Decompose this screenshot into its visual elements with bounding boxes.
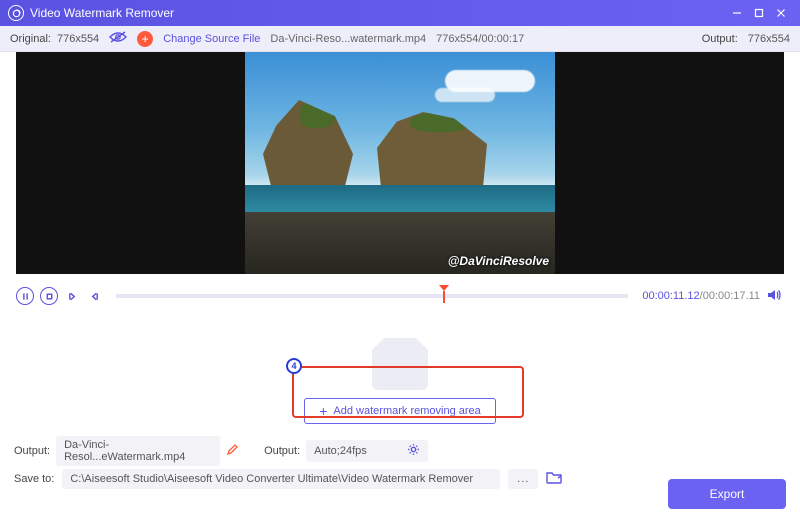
output-dimensions: 776x554: [748, 33, 790, 45]
save-path-field[interactable]: C:\Aiseesoft Studio\Aiseesoft Video Conv…: [62, 469, 500, 489]
browse-button[interactable]: ...: [508, 469, 538, 489]
set-start-button[interactable]: [64, 287, 80, 305]
output-filename-field[interactable]: Da-Vinci-Resol...eWatermark.mp4: [56, 436, 220, 466]
maximize-button[interactable]: [748, 4, 770, 22]
plus-icon: +: [319, 404, 327, 418]
time-total: 00:00:17.11: [703, 290, 760, 302]
time-current: 00:00:11.12: [642, 290, 699, 302]
minimize-button[interactable]: [726, 4, 748, 22]
window-title: Video Watermark Remover: [30, 6, 726, 20]
save-to-label: Save to:: [14, 473, 54, 485]
timecode: 00:00:11.12/00:00:17.11: [642, 290, 760, 302]
annotation-step-badge: 4: [286, 358, 302, 374]
output-dims-label: Output:: [702, 33, 738, 45]
source-dims-duration: 776x554/00:00:17: [436, 33, 524, 45]
info-toolbar: Original: 776x554 + Change Source File D…: [0, 26, 800, 52]
original-dimensions: 776x554: [57, 33, 99, 45]
add-source-icon[interactable]: +: [137, 31, 153, 47]
change-source-link[interactable]: Change Source File: [163, 33, 260, 45]
playback-controls: 00:00:11.12/00:00:17.11: [0, 280, 800, 312]
stop-button[interactable]: [40, 287, 58, 305]
pause-button[interactable]: [16, 287, 34, 305]
volume-button[interactable]: [766, 287, 784, 305]
output-format-label: Output:: [264, 445, 300, 457]
add-area-label: Add watermark removing area: [333, 405, 480, 417]
title-bar: Video Watermark Remover: [0, 0, 800, 26]
playhead-icon[interactable]: [439, 285, 449, 303]
preview-toggle-icon[interactable]: [109, 31, 127, 46]
add-watermark-area-button[interactable]: + Add watermark removing area: [304, 398, 496, 424]
video-preview[interactable]: @DaVinciResolve: [16, 52, 784, 274]
add-area-zone: + Add watermark removing area 4: [0, 312, 800, 432]
source-filename: Da-Vinci-Reso...watermark.mp4: [270, 33, 426, 45]
open-folder-icon[interactable]: [546, 470, 564, 488]
app-logo-icon: [8, 5, 24, 21]
tray-icon: [372, 350, 428, 390]
gear-icon[interactable]: [407, 443, 420, 459]
rename-icon[interactable]: [226, 444, 238, 459]
set-end-button[interactable]: [86, 287, 102, 305]
seek-bar[interactable]: [116, 287, 628, 305]
output-file-label: Output:: [14, 445, 50, 457]
export-button[interactable]: Export: [668, 479, 786, 509]
watermark-overlay: @DaVinciResolve: [448, 254, 549, 268]
close-button[interactable]: [770, 4, 792, 22]
original-label: Original:: [10, 33, 51, 45]
output-format-field[interactable]: Auto;24fps: [306, 440, 428, 462]
